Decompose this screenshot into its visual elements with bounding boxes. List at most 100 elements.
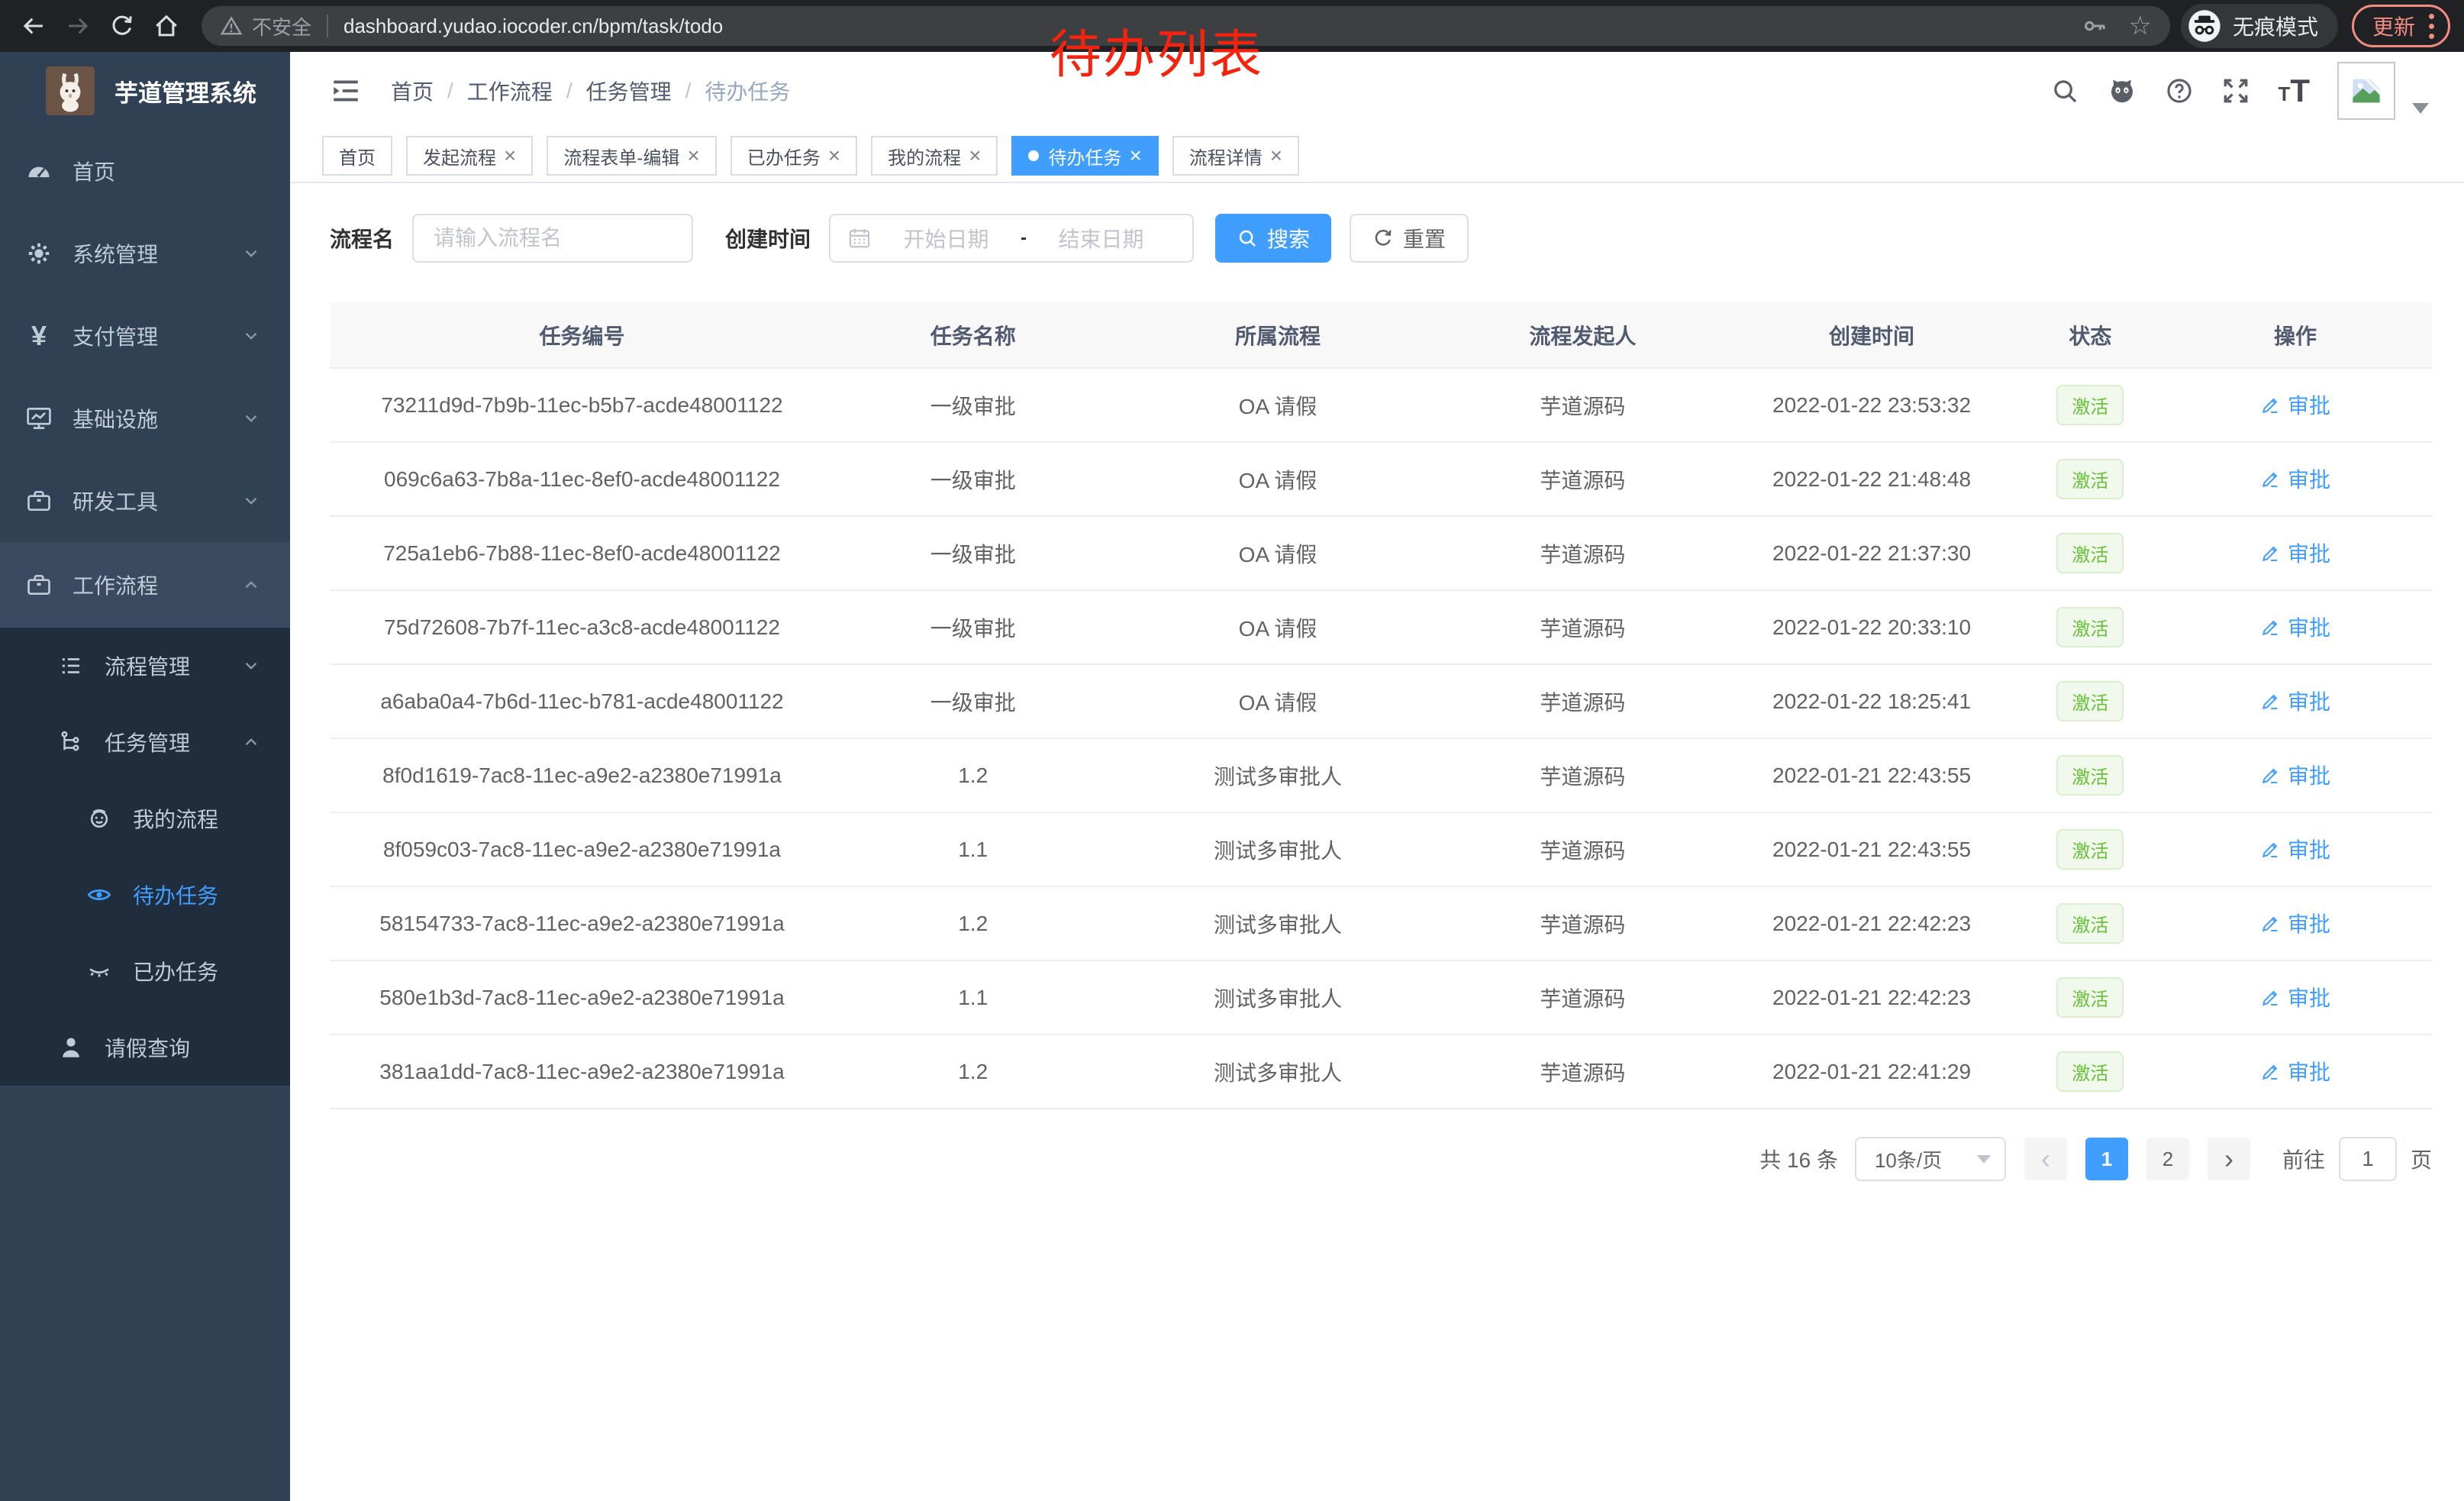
sidebar-item-my-process[interactable]: 我的流程 — [0, 780, 290, 857]
sidebar-item-done-tasks[interactable]: 已办任务 — [0, 933, 290, 1009]
browser-reload-button[interactable] — [102, 6, 142, 46]
cell-action: 审批 — [2159, 442, 2432, 516]
cell-task-id: 725a1eb6-7b88-11ec-8ef0-acde48001122 — [330, 516, 834, 590]
reload-icon — [109, 13, 135, 39]
page-size-select[interactable]: 10条/页 — [1855, 1137, 2006, 1181]
col-process: 所属流程 — [1111, 302, 1443, 368]
goto-page-input[interactable] — [2339, 1137, 2397, 1181]
sidebar-item-todo-tasks[interactable]: 待办任务 — [0, 857, 290, 933]
sidebar-item-leave-query[interactable]: 请假查询 — [0, 1009, 290, 1086]
sidebar: 芋道管理系统 首页 系统管理 ¥ — [0, 52, 290, 1501]
chevron-down-icon — [241, 326, 261, 346]
tab-done-tasks[interactable]: 已办任务× — [730, 136, 857, 176]
col-initiator: 流程发起人 — [1444, 302, 1722, 368]
cell-task-id: 069c6a63-7b8a-11ec-8ef0-acde48001122 — [330, 442, 834, 516]
breadcrumb-task-management[interactable]: 任务管理 — [586, 76, 672, 106]
close-icon[interactable]: × — [828, 144, 840, 168]
gear-icon — [25, 240, 53, 267]
status-badge: 激活 — [2056, 607, 2124, 647]
search-button[interactable]: 搜索 — [1215, 214, 1331, 263]
filter-form: 流程名 创建时间 开始日期 - 结束日期 搜索 重 — [330, 214, 2432, 263]
table-row: 75d72608-7b7f-11ec-a3c8-acde48001122 一级审… — [330, 590, 2432, 664]
search-icon[interactable] — [2050, 76, 2079, 105]
page-url: dashboard.yudao.iocoder.cn/bpm/task/todo — [343, 15, 723, 38]
tags-view-bar: 首页 发起流程× 流程表单-编辑× 已办任务× 我的流程× 待办任务× 流程详情… — [290, 130, 2464, 183]
edit-pen-icon — [2260, 913, 2281, 934]
cell-status: 激活 — [2022, 738, 2159, 812]
cell-create-time: 2022-01-22 21:37:30 — [1721, 516, 2022, 590]
sidebar-item-home[interactable]: 首页 — [0, 130, 290, 212]
approve-link[interactable]: 审批 — [2260, 612, 2330, 642]
help-icon[interactable] — [2165, 76, 2194, 105]
browser-forward-button[interactable] — [58, 6, 98, 46]
browser-update-button[interactable]: 更新 — [2352, 5, 2450, 47]
cell-initiator: 芋道源码 — [1444, 1035, 1722, 1109]
sidebar-item-infrastructure[interactable]: 基础设施 — [0, 377, 290, 460]
page-button-2[interactable]: 2 — [2146, 1138, 2189, 1180]
page-button-1[interactable]: 1 — [2085, 1138, 2128, 1180]
next-page-button[interactable]: › — [2208, 1138, 2250, 1180]
close-icon[interactable]: × — [1270, 144, 1282, 168]
reset-button[interactable]: 重置 — [1350, 214, 1469, 263]
end-date-placeholder[interactable]: 结束日期 — [1027, 223, 1176, 253]
tab-start-process[interactable]: 发起流程× — [406, 136, 533, 176]
breadcrumb-workflow[interactable]: 工作流程 — [467, 76, 553, 106]
sidebar-logo[interactable]: 芋道管理系统 — [0, 52, 290, 130]
tab-process-form-edit[interactable]: 流程表单-编辑× — [547, 136, 716, 176]
chevron-up-icon — [241, 575, 261, 595]
cell-create-time: 2022-01-21 22:43:55 — [1721, 812, 2022, 886]
sidebar-item-payment[interactable]: ¥ 支付管理 — [0, 295, 290, 377]
github-icon[interactable] — [2107, 76, 2137, 106]
org-tree-icon — [57, 729, 85, 755]
approve-link[interactable]: 审批 — [2260, 537, 2330, 568]
sidebar-item-devtools[interactable]: 研发工具 — [0, 460, 290, 542]
password-key-icon[interactable] — [2082, 13, 2108, 39]
chevron-down-icon — [241, 491, 261, 511]
breadcrumb-home[interactable]: 首页 — [391, 76, 434, 106]
approve-link[interactable]: 审批 — [2260, 463, 2330, 494]
approve-link[interactable]: 审批 — [2260, 908, 2330, 938]
cell-process: 测试多审批人 — [1111, 960, 1443, 1035]
cell-task-id: a6aba0a4-7b6d-11ec-b781-acde48001122 — [330, 664, 834, 738]
bookmark-star-icon[interactable]: ☆ — [2128, 13, 2151, 39]
fullscreen-icon[interactable] — [2221, 76, 2250, 105]
approve-link[interactable]: 审批 — [2260, 389, 2330, 420]
close-icon[interactable]: × — [1129, 144, 1141, 168]
date-range-picker[interactable]: 开始日期 - 结束日期 — [829, 214, 1194, 263]
sidebar-item-task-management[interactable]: 任务管理 — [0, 704, 290, 780]
process-name-input[interactable] — [412, 214, 693, 263]
avatar[interactable] — [2337, 62, 2395, 120]
close-icon[interactable]: × — [687, 144, 699, 168]
col-create-time: 创建时间 — [1721, 302, 2022, 368]
tab-my-process[interactable]: 我的流程× — [871, 136, 998, 176]
browser-menu-icon[interactable] — [2429, 14, 2434, 39]
table-row: 069c6a63-7b8a-11ec-8ef0-acde48001122 一级审… — [330, 442, 2432, 516]
status-badge: 激活 — [2056, 755, 2124, 796]
approve-link[interactable]: 审批 — [2260, 834, 2330, 864]
briefcase-icon — [25, 487, 53, 515]
app-title: 芋道管理系统 — [114, 74, 256, 108]
browser-back-button[interactable] — [14, 6, 53, 46]
approve-link[interactable]: 审批 — [2260, 1056, 2330, 1086]
sidebar-collapse-button[interactable] — [330, 75, 362, 107]
approve-link[interactable]: 审批 — [2260, 760, 2330, 790]
tab-todo-tasks[interactable]: 待办任务× — [1011, 136, 1158, 176]
start-date-placeholder[interactable]: 开始日期 — [872, 223, 1021, 253]
approve-link[interactable]: 审批 — [2260, 686, 2330, 716]
browser-home-button[interactable] — [147, 6, 186, 46]
sidebar-item-workflow[interactable]: 工作流程 — [0, 542, 290, 628]
sidebar-item-process-management[interactable]: 流程管理 — [0, 628, 290, 704]
prev-page-button[interactable]: ‹ — [2024, 1138, 2067, 1180]
font-size-icon[interactable]: TT — [2278, 78, 2310, 104]
refresh-icon — [1372, 228, 1394, 249]
close-icon[interactable]: × — [504, 144, 516, 168]
cell-status: 激活 — [2022, 664, 2159, 738]
tab-home[interactable]: 首页 — [322, 136, 392, 176]
sidebar-item-system[interactable]: 系统管理 — [0, 212, 290, 295]
close-icon[interactable]: × — [969, 144, 981, 168]
user-menu-caret-icon[interactable] — [2412, 103, 2429, 114]
approve-link[interactable]: 审批 — [2260, 982, 2330, 1012]
cell-initiator: 芋道源码 — [1444, 738, 1722, 812]
tab-process-detail[interactable]: 流程详情× — [1172, 136, 1299, 176]
col-status: 状态 — [2022, 302, 2159, 368]
